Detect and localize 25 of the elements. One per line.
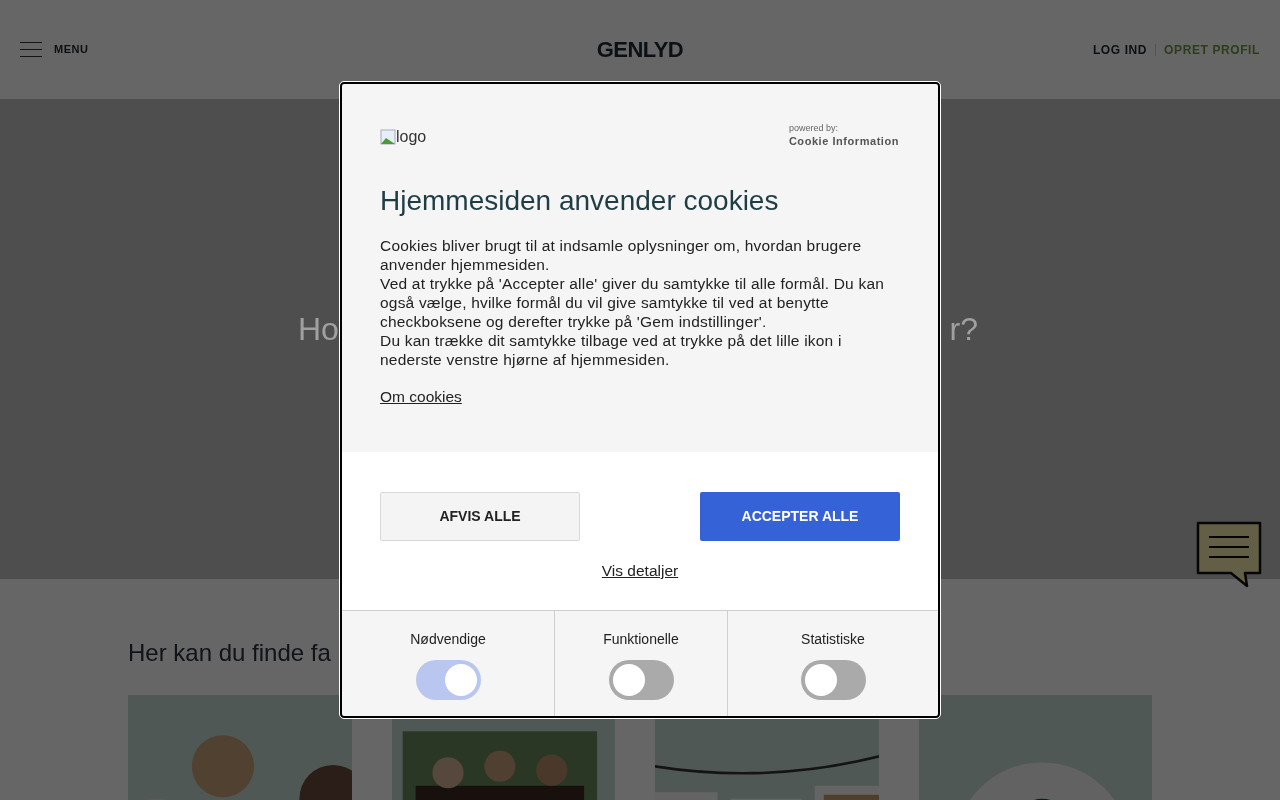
toggle-switch[interactable] [800,660,866,700]
powered-by-label: powered by: [788,124,839,133]
about-cookies-link[interactable]: Om cookies [380,385,462,409]
accept-all-button[interactable]: ACCEPTER ALLE [700,492,900,541]
hero-title: Ho [298,310,339,349]
menu-label[interactable]: MENU [54,41,89,58]
logo-alt-text: logo [396,127,427,147]
dialog-title: Hjemmesiden anvender cookies [380,184,780,218]
menu-icon[interactable] [20,42,42,57]
category-label: Nødvendige [410,630,486,649]
show-details-link[interactable]: Vis detaljer [601,559,679,583]
dialog-text: Cookies bliver brugt til at indsamle oplysninger om, hvordan brugere anvender hjemmesiden. [380,236,863,274]
hero-title: r? [949,310,978,349]
section-heading: Her kan du finde fa [128,638,332,668]
provider-name: Cookie Information [788,136,899,147]
category-label: Funktionelle [603,630,679,649]
broken-image-icon [380,129,396,145]
toggle-switch[interactable] [608,660,674,700]
reject-all-button[interactable]: AFVIS ALLE [380,492,580,541]
dialog-text: Ved at trykke på 'Accepter alle' giver du samtykke til alle formål. Du kan også vælge, hvilke formål du vil give samtykke til ved at benytte checkboksene og derefter trykke på 'Gem indstillinger'. [380,274,886,331]
chat-bubble-icon[interactable] [1195,520,1263,588]
dialog-text: Du kan trække dit samtykke tilbage ved at trykke på det lille ikon i nederste venstre hjørne af hjemmesiden. [380,331,843,369]
category-label: Statistiske [801,630,865,649]
site-logo[interactable]: GENLYD [596,33,684,66]
login-link[interactable]: LOG IND [1092,40,1148,59]
